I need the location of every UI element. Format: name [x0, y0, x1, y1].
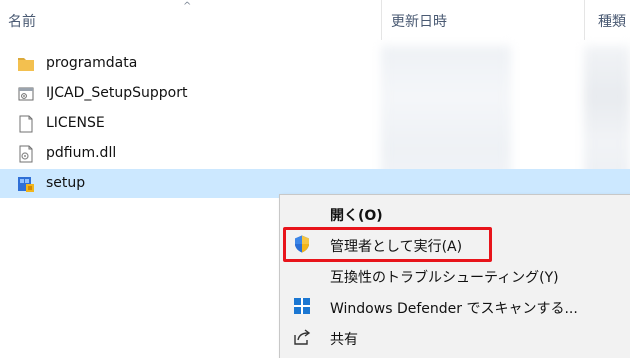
highlight-annotation-box	[283, 227, 492, 262]
column-header-type[interactable]: 種類	[598, 11, 626, 31]
file-row-ijcad-setupsupport[interactable]: IJCAD_SetupSupport	[0, 79, 630, 108]
share-icon	[292, 327, 312, 347]
file-name: pdfium.dll	[46, 145, 117, 161]
column-divider[interactable]	[584, 0, 585, 40]
menu-item-open[interactable]: 開く(O)	[280, 199, 630, 228]
column-header-date[interactable]: 更新日時	[391, 11, 447, 31]
file-name: setup	[46, 175, 86, 191]
file-name: programdata	[46, 55, 138, 71]
menu-item-label: 共有	[330, 332, 358, 348]
file-name: LICENSE	[46, 115, 105, 131]
column-header-bar: 名前 ^ 更新日時 種類	[0, 0, 630, 40]
document-icon	[16, 114, 36, 134]
menu-item-defender-scan[interactable]: Windows Defender でスキャンする...	[280, 292, 630, 321]
menu-item-label: Windows Defender でスキャンする...	[330, 301, 578, 317]
app-icon	[16, 84, 36, 104]
menu-item-label: 互換性のトラブルシューティング(Y)	[330, 270, 559, 286]
menu-item-label: 開く(O)	[330, 208, 383, 224]
dll-icon	[16, 144, 36, 164]
file-row-license[interactable]: LICENSE	[0, 109, 630, 138]
column-header-name[interactable]: 名前	[8, 11, 36, 31]
setup-icon	[16, 174, 36, 194]
file-row-programdata[interactable]: programdata	[0, 49, 630, 78]
file-name: IJCAD_SetupSupport	[46, 85, 188, 101]
context-menu: 開く(O) 管理者として実行(A) 互換性のトラブルシューティング(Y) Win…	[279, 194, 630, 358]
windows-defender-icon	[292, 296, 312, 316]
sort-indicator-icon: ^	[183, 1, 192, 12]
menu-item-share[interactable]: 共有	[280, 323, 630, 352]
menu-item-troubleshoot-compatibility[interactable]: 互換性のトラブルシューティング(Y)	[280, 261, 630, 290]
file-row-pdfium-dll[interactable]: pdfium.dll	[0, 139, 630, 168]
folder-icon	[16, 54, 36, 74]
column-divider[interactable]	[381, 0, 382, 40]
file-explorer-window: 名前 ^ 更新日時 種類 programdata IJCAD_SetupSupp…	[0, 0, 630, 358]
